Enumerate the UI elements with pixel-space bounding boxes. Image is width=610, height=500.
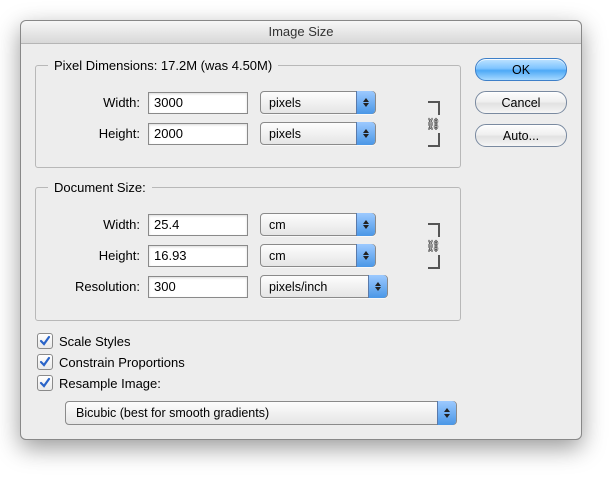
checkmark-icon: [39, 335, 51, 347]
resolution-unit-value: pixels/inch: [269, 280, 327, 294]
document-size-group: Document Size: Width: cm Height:: [35, 180, 461, 321]
checkmark-icon: [39, 377, 51, 389]
dropdown-arrows-icon: [356, 122, 375, 145]
document-size-legend: Document Size:: [48, 180, 152, 195]
doc-width-input[interactable]: [148, 214, 248, 236]
scale-styles-checkbox[interactable]: [37, 333, 53, 349]
pixel-height-unit-select[interactable]: pixels: [260, 122, 376, 145]
doc-width-unit-select[interactable]: cm: [260, 213, 376, 236]
image-size-dialog: Image Size Pixel Dimensions: 17.2M (was …: [20, 20, 582, 440]
constrain-proportions-checkbox[interactable]: [37, 354, 53, 370]
pixel-width-unit-select[interactable]: pixels: [260, 91, 376, 114]
resolution-unit-select[interactable]: pixels/inch: [260, 275, 388, 298]
ok-button[interactable]: OK: [475, 58, 567, 81]
doc-height-unit-select[interactable]: cm: [260, 244, 376, 267]
doc-height-unit-value: cm: [269, 249, 286, 263]
dropdown-arrows-icon: [356, 244, 375, 267]
doc-width-unit-value: cm: [269, 218, 286, 232]
dropdown-arrows-icon: [437, 401, 456, 425]
dialog-title: Image Size: [21, 21, 581, 44]
bracket-icon: ⛓: [410, 223, 440, 269]
pixel-width-input[interactable]: [148, 92, 248, 114]
width-label: Width:: [48, 95, 148, 110]
dropdown-arrows-icon: [368, 275, 387, 298]
pixel-height-unit-value: pixels: [269, 127, 301, 141]
pixel-width-unit-value: pixels: [269, 96, 301, 110]
constrain-proportions-label: Constrain Proportions: [59, 355, 185, 370]
resample-method-select[interactable]: Bicubic (best for smooth gradients): [65, 401, 457, 425]
resample-image-checkbox[interactable]: [37, 375, 53, 391]
resample-image-label: Resample Image:: [59, 376, 161, 391]
pixel-dimensions-group: Pixel Dimensions: 17.2M (was 4.50M) Widt…: [35, 58, 461, 168]
resolution-input[interactable]: [148, 276, 248, 298]
pixel-dimensions-legend: Pixel Dimensions: 17.2M (was 4.50M): [48, 58, 278, 73]
constrain-link-icon: ⛓: [426, 115, 441, 133]
dropdown-arrows-icon: [356, 91, 375, 114]
auto-button[interactable]: Auto...: [475, 124, 567, 147]
checkmark-icon: [39, 356, 51, 368]
resolution-label: Resolution:: [48, 279, 148, 294]
height-label: Height:: [48, 126, 148, 141]
doc-width-label: Width:: [48, 217, 148, 232]
scale-styles-label: Scale Styles: [59, 334, 131, 349]
pixel-height-input[interactable]: [148, 123, 248, 145]
doc-height-input[interactable]: [148, 245, 248, 267]
doc-height-label: Height:: [48, 248, 148, 263]
constrain-link-icon: ⛓: [426, 237, 441, 255]
cancel-button[interactable]: Cancel: [475, 91, 567, 114]
resample-method-value: Bicubic (best for smooth gradients): [76, 406, 269, 420]
bracket-icon: ⛓: [410, 101, 440, 147]
dropdown-arrows-icon: [356, 213, 375, 236]
